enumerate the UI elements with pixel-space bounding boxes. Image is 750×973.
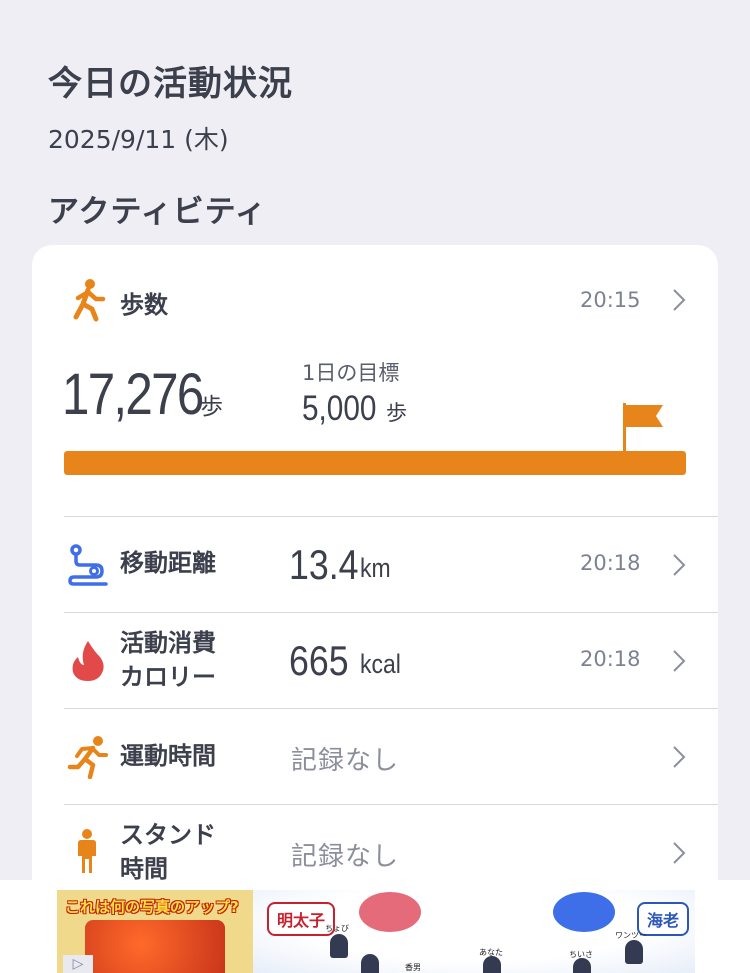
ad-creative[interactable]: これは何の写真のアップ? ▷ 明太子 海老 ちょび 香男 あなた ちいさ ワンツ… xyxy=(57,890,695,973)
calories-row[interactable]: 活動消費 カロリー 665 kcal 20:18 xyxy=(32,613,718,709)
ad-avatar-name: あなた xyxy=(479,948,503,957)
chevron-right-icon xyxy=(673,842,686,864)
ad-avatar xyxy=(361,954,379,973)
chevron-right-icon xyxy=(673,554,686,576)
ad-headline: これは何の写真のアップ? xyxy=(65,898,239,916)
walking-person-icon xyxy=(73,279,106,322)
page-date: 2025/9/11 (木) xyxy=(48,125,229,154)
steps-progress-fill xyxy=(64,451,686,475)
calories-value: 665 xyxy=(289,637,349,684)
distance-time: 20:18 xyxy=(580,551,641,575)
ad-avatar-name: ちいさ xyxy=(569,950,593,959)
goal-unit: 歩 xyxy=(386,401,407,425)
ad-avatar xyxy=(625,940,643,964)
ad-photo-panel: これは何の写真のアップ? ▷ xyxy=(57,890,253,973)
calories-time: 20:18 xyxy=(580,647,641,671)
activity-card: 歩数 20:15 17,276 歩 1日の目標 5,000 歩 移動距離 13.… xyxy=(32,245,718,945)
running-person-icon xyxy=(67,736,108,779)
distance-row[interactable]: 移動距離 13.4 km 20:18 xyxy=(32,517,718,613)
exercise-value: 記録なし xyxy=(291,746,400,776)
ad-avatar-name: ちょび xyxy=(325,924,349,933)
goal-flag-icon xyxy=(623,403,663,453)
distance-value: 13.4 xyxy=(289,541,359,588)
standing-person-icon xyxy=(78,829,96,873)
page-title: 今日の活動状況 xyxy=(48,64,293,104)
route-icon xyxy=(68,544,108,586)
ad-photo xyxy=(85,920,225,973)
flame-icon xyxy=(72,641,104,681)
exercise-label: 運動時間 xyxy=(120,742,216,770)
chevron-right-icon xyxy=(673,289,686,311)
goal-value: 5,000 xyxy=(302,389,377,428)
ad-blue-button[interactable] xyxy=(553,892,615,932)
distance-unit: km xyxy=(360,553,391,583)
ad-avatar-name: ワンツー xyxy=(615,931,647,940)
steps-time: 20:15 xyxy=(580,288,641,312)
steps-label: 歩数 xyxy=(120,291,168,319)
stand-value: 記録なし xyxy=(291,842,400,872)
ad-banner[interactable]: これは何の写真のアップ? ▷ 明太子 海老 ちょび 香男 あなた ちいさ ワンツ… xyxy=(0,880,750,973)
chevron-right-icon xyxy=(673,650,686,672)
ad-avatar xyxy=(573,958,591,973)
ad-avatar-name: 香男 xyxy=(405,963,421,972)
calories-label-line2: カロリー xyxy=(120,663,216,691)
ad-stage: 明太子 海老 ちょび 香男 あなた ちいさ ワンツー xyxy=(253,890,695,973)
calories-label-line1: 活動消費 xyxy=(120,629,216,657)
stand-label-line1: スタンド xyxy=(120,821,216,849)
goal-label: 1日の目標 xyxy=(302,361,400,385)
distance-label: 移動距離 xyxy=(120,549,216,577)
steps-unit: 歩 xyxy=(200,394,223,420)
chevron-right-icon xyxy=(673,746,686,768)
ad-play-icon[interactable]: ▷ xyxy=(63,955,93,973)
steps-progress-bar xyxy=(64,451,686,475)
ad-avatar xyxy=(483,956,501,973)
section-title: アクティビティ xyxy=(48,194,267,230)
ad-avatar xyxy=(330,934,348,958)
calories-unit: kcal xyxy=(360,649,401,679)
steps-row[interactable]: 歩数 20:15 xyxy=(32,245,718,355)
ad-red-button[interactable] xyxy=(359,892,421,932)
exercise-row[interactable]: 運動時間 記録なし xyxy=(32,709,718,805)
steps-value: 17,276 xyxy=(62,362,204,427)
